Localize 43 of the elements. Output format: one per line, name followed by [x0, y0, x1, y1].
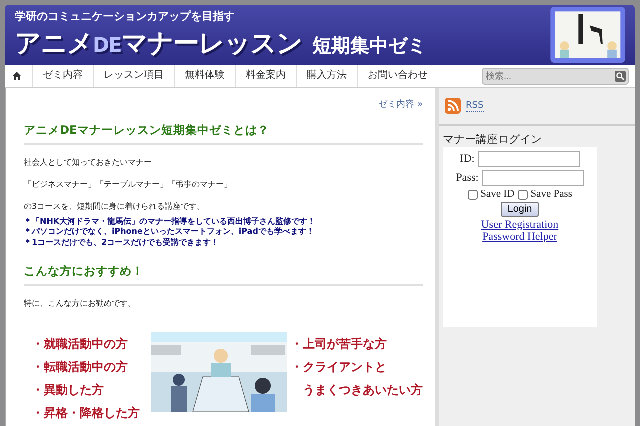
- note-text: ＊「NHK大河ドラマ・龍馬伝」のマナー指導をしている西出博子さん監修です！: [24, 217, 317, 227]
- paragraph: 社会人として知っておきたいマナー: [24, 159, 153, 167]
- recommend-item: ・昇格・降格した方: [32, 405, 141, 422]
- login-title: マナー講座ログイン: [443, 132, 543, 147]
- nav-item[interactable]: お問い合わせ: [357, 65, 438, 87]
- login-link[interactable]: User Registration: [481, 219, 559, 232]
- home-icon[interactable]: [12, 71, 22, 81]
- recommend-item: ・クライアントと: [291, 359, 388, 376]
- paragraph: 特に、こんな方にお勧めです。: [24, 300, 137, 308]
- site-subtitle: 短期集中ゼミ: [312, 34, 426, 59]
- note-text: ＊パソコンだけでなく、iPhoneといったスマートフォン、iPadでも学べます！: [24, 227, 316, 238]
- checkbox-label: Save Pass: [530, 189, 572, 200]
- nav-item[interactable]: レッスン項目: [93, 65, 174, 87]
- recommend-item: ・異動した方: [32, 382, 105, 400]
- rss-link[interactable]: RSS: [466, 100, 484, 112]
- breadcrumb-link[interactable]: ゼミ内容 »: [378, 98, 423, 111]
- nav-item[interactable]: 料金案内: [235, 65, 296, 87]
- checkbox[interactable]: [518, 190, 528, 200]
- recommend-item: うまくつきあいたい方: [302, 382, 423, 400]
- field-label: ID:: [460, 153, 475, 165]
- login-button[interactable]: Login: [500, 202, 540, 217]
- nav-item[interactable]: 購入方法: [296, 65, 357, 87]
- checkbox[interactable]: [468, 190, 478, 200]
- paragraph: の3コースを、短期間に身に着けられる講座です。: [24, 203, 206, 211]
- id-field[interactable]: [478, 151, 580, 167]
- login-link[interactable]: Password Helper: [482, 231, 558, 244]
- recommend-item: ・上司が苦手な方: [291, 336, 388, 354]
- recommend-item: ・就職活動中の方: [32, 336, 129, 354]
- field-label: Pass:: [456, 172, 479, 184]
- nav-item[interactable]: 無料体験: [174, 65, 235, 87]
- password-field[interactable]: [482, 170, 584, 186]
- tagline: 学研のコミュニケーションカアップを目指す: [15, 9, 236, 24]
- section-heading: こんな方におすすめ！: [24, 264, 423, 286]
- search-icon[interactable]: [615, 70, 626, 82]
- section-heading: アニメDEマナーレッスン短期集中ゼミとは？: [24, 123, 423, 145]
- paragraph: 「ビジネスマナー」「テーブルマナー」「弔事のマナー」: [24, 181, 233, 189]
- recommend-item: ・転職活動中の方: [32, 359, 129, 376]
- search-field[interactable]: 検索...: [482, 68, 629, 84]
- rss-icon[interactable]: [445, 98, 461, 114]
- checkbox-label: Save ID: [480, 189, 515, 200]
- site-title: アニメ DEマナーレッスン: [15, 28, 302, 61]
- note-text: ＊1コースだけでも、2コースだけでも受講できます！: [24, 238, 220, 248]
- nav-item[interactable]: ゼミ内容: [32, 65, 93, 87]
